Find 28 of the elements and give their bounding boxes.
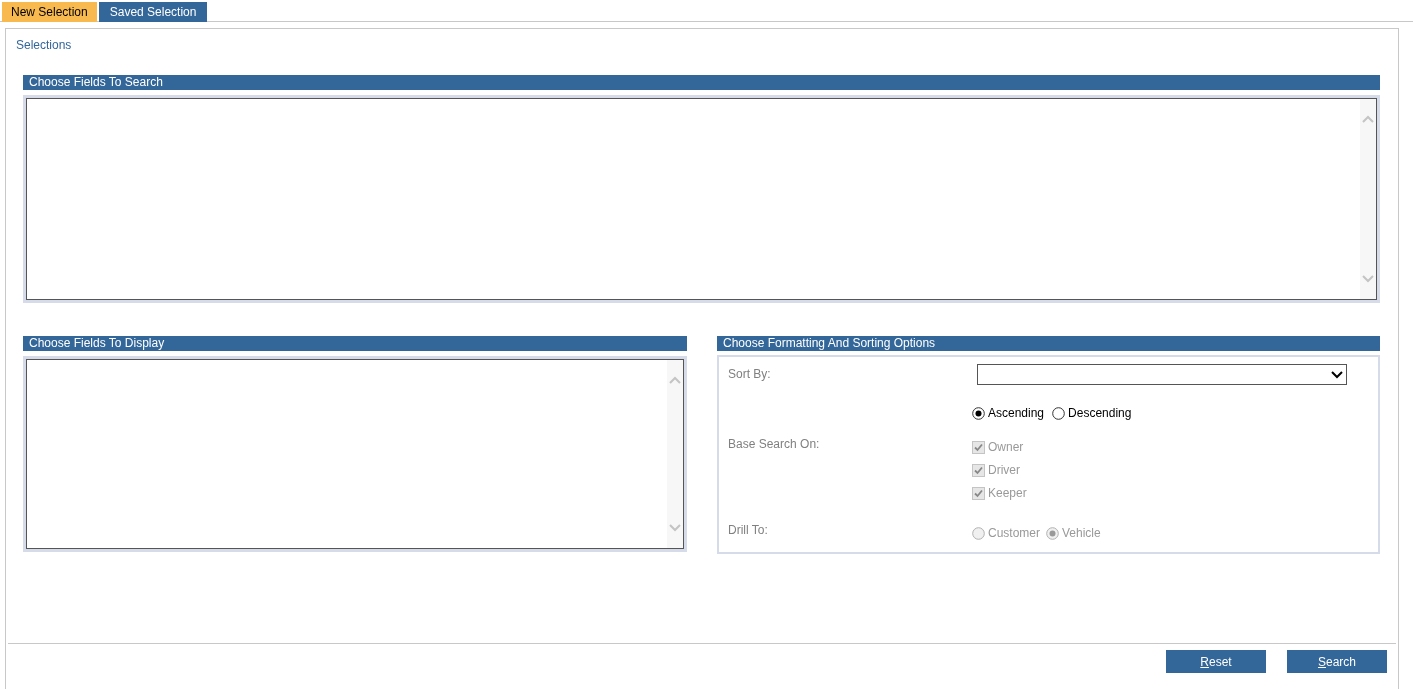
radio-button[interactable] xyxy=(1052,406,1066,420)
checkbox-label: Keeper xyxy=(988,485,1027,502)
scroll-up-icon[interactable] xyxy=(669,376,681,384)
panel-title: Selections xyxy=(16,37,72,54)
sort-by-dropdown[interactable] xyxy=(977,364,1347,385)
checkbox-label: Driver xyxy=(988,462,1020,479)
section-header: Choose Fields To Search xyxy=(23,75,1380,90)
scroll-down-icon[interactable] xyxy=(1362,275,1374,283)
caret-icon xyxy=(1331,370,1343,379)
field-label: Drill To: xyxy=(728,522,768,539)
tab[interactable]: New Selection xyxy=(2,2,97,22)
field-label: Sort By: xyxy=(728,366,771,383)
field-label: Base Search On: xyxy=(728,436,820,453)
tab[interactable]: Saved Selection xyxy=(98,2,208,22)
radio-label: Customer xyxy=(988,525,1040,542)
section-header: Choose Formatting And Sorting Options xyxy=(717,336,1380,351)
scroll-down-icon[interactable] xyxy=(669,524,681,532)
button[interactable]: Search xyxy=(1287,650,1387,673)
search-fields-list[interactable] xyxy=(23,95,1380,303)
scroll-up-icon[interactable] xyxy=(1362,115,1374,123)
radio-label: Descending xyxy=(1068,405,1132,422)
button[interactable]: Reset xyxy=(1166,650,1266,673)
radio-button[interactable] xyxy=(972,406,985,420)
radio-label: Vehicle xyxy=(1062,525,1101,542)
radio-label: Ascending xyxy=(988,405,1045,422)
checkbox-label: Owner xyxy=(988,439,1024,456)
display-fields-list[interactable] xyxy=(23,356,687,552)
section-header: Choose Fields To Display xyxy=(23,336,687,351)
